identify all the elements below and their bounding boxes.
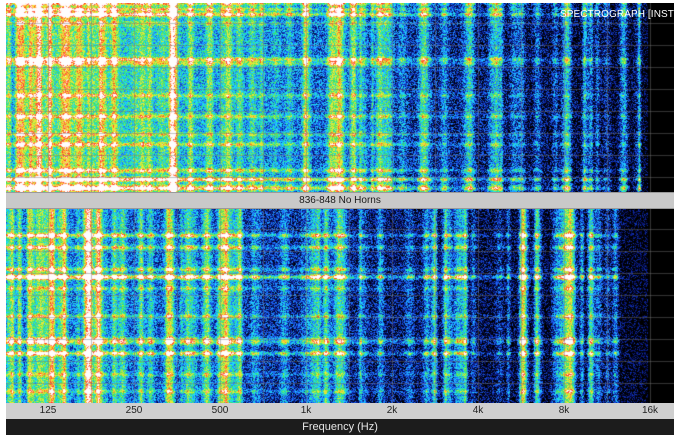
frequency-tick-label: 2k — [386, 405, 398, 416]
frequency-axis-title: Frequency (Hz) — [302, 421, 378, 433]
frequency-tick-label: 16k — [641, 405, 659, 416]
frequency-axis: 125 250 500 1k 2k 4k 8k 16k — [6, 403, 674, 419]
panel-divider[interactable]: 836-848 No Horns — [6, 192, 674, 209]
spectrogram-panel-top[interactable] — [6, 3, 674, 192]
frequency-tick-label: 125 — [39, 405, 57, 416]
frequency-tick-label: 250 — [125, 405, 143, 416]
spectrogram-panel-bottom[interactable] — [6, 209, 674, 403]
frequency-tick-label: 500 — [211, 405, 229, 416]
window-title: SPECTROGRAPH [INST — [559, 9, 674, 20]
frequency-tick-label: 4k — [472, 405, 484, 416]
frequency-tick-label: 8k — [558, 405, 570, 416]
spectrogram-canvas-bottom[interactable] — [6, 209, 674, 403]
spectrograph-window: SPECTROGRAPH [INST 836-848 No Horns 125 2… — [6, 3, 674, 435]
frequency-tick-label: 1k — [300, 405, 312, 416]
panel-label: 836-848 No Horns — [299, 195, 381, 206]
frequency-axis-title-bar: Frequency (Hz) — [6, 419, 674, 435]
spectrogram-canvas-top[interactable] — [6, 3, 674, 192]
